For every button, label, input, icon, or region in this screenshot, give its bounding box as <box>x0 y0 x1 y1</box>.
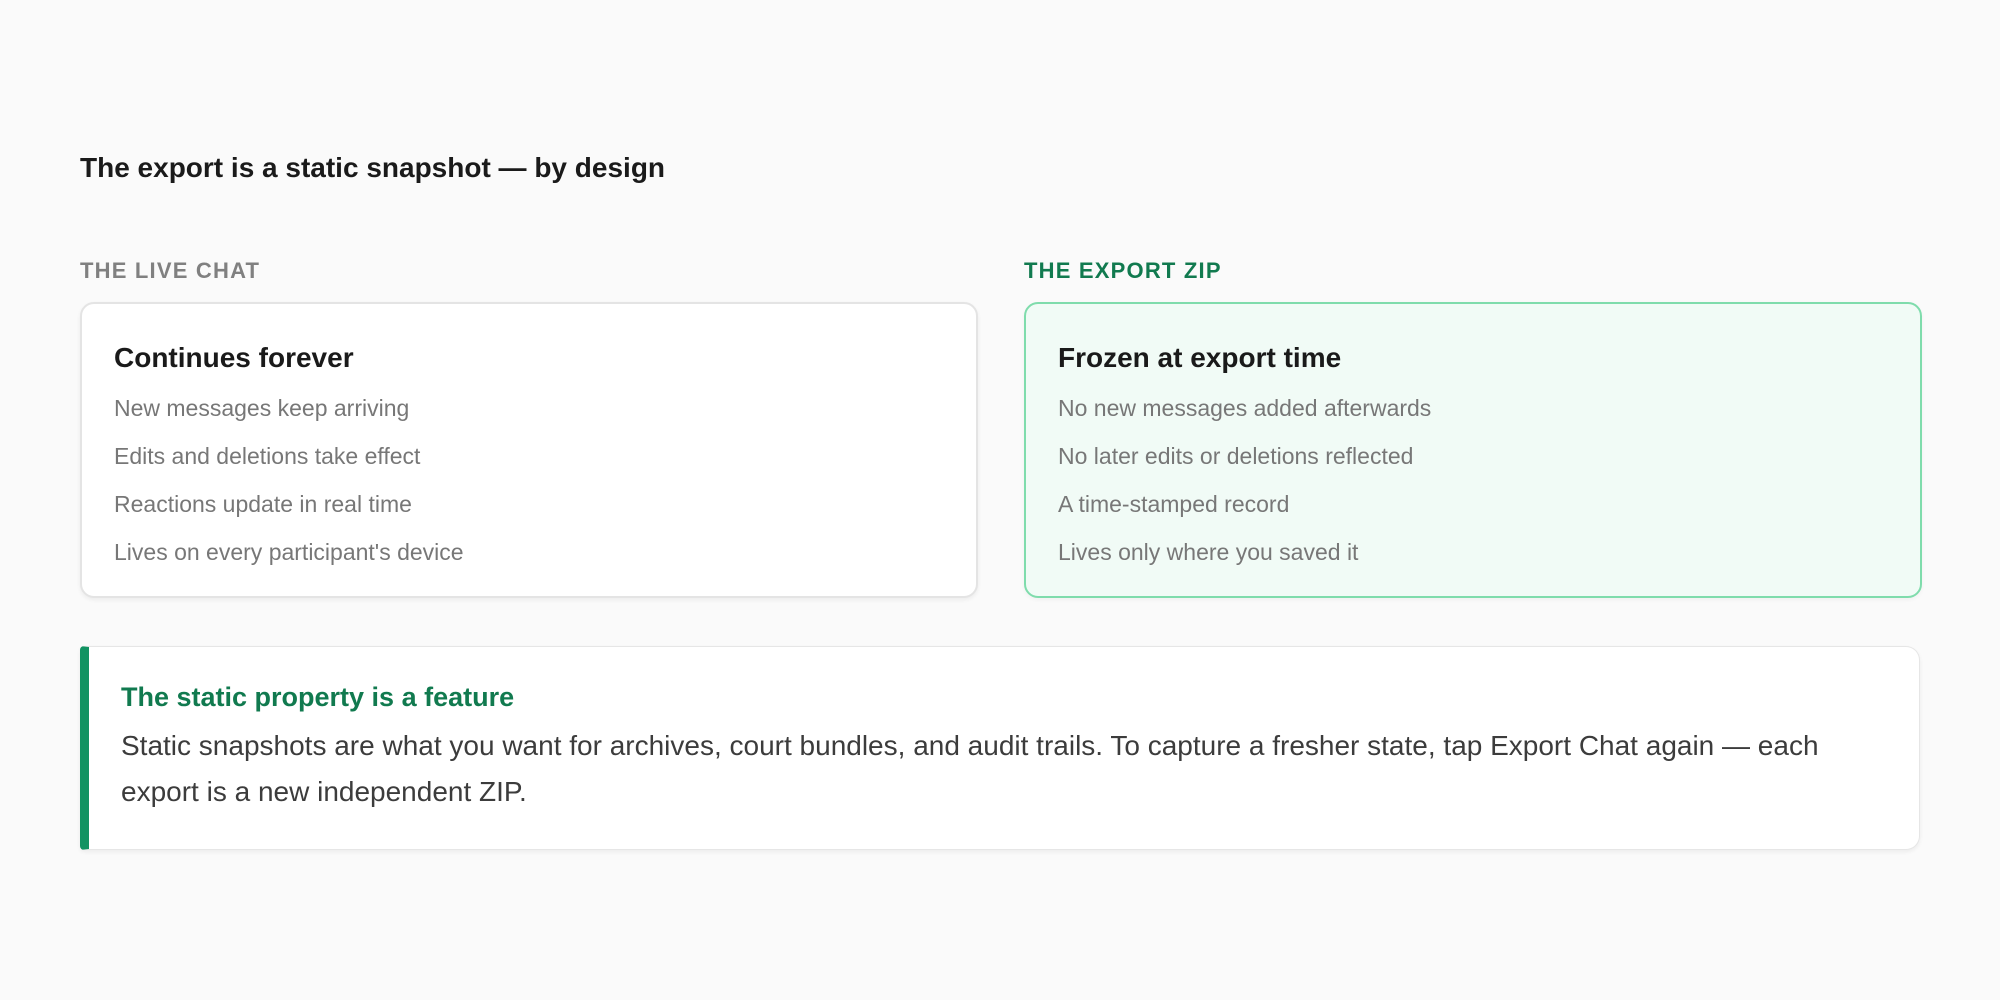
list-item: Reactions update in real time <box>114 491 412 517</box>
live-chat-card-title: Continues forever <box>114 342 354 373</box>
list-item: Edits and deletions take effect <box>114 443 421 469</box>
callout-body: Static snapshots are what you want for a… <box>121 730 1819 807</box>
list-item: No later edits or deletions reflected <box>1058 443 1414 469</box>
export-zip-column: THE EXPORT ZIP Frozen at export time No … <box>1024 256 1922 598</box>
export-zip-label: THE EXPORT ZIP <box>1024 258 1222 283</box>
list-item: Lives on every participant's device <box>114 539 464 565</box>
callout-title: The static property is a feature <box>121 682 515 712</box>
export-zip-card: Frozen at export time No new messages ad… <box>1024 302 1922 598</box>
list-item: A time-stamped record <box>1058 491 1290 517</box>
feature-callout: The static property is a feature Static … <box>80 646 1920 850</box>
live-chat-card: Continues forever New messages keep arri… <box>80 302 978 598</box>
page-title: The export is a static snapshot — by des… <box>80 152 666 183</box>
list-item: New messages keep arriving <box>114 395 410 421</box>
export-zip-list: No new messages added afterwards No late… <box>1058 384 1888 576</box>
list-item: No new messages added afterwards <box>1058 395 1432 421</box>
live-chat-column: THE LIVE CHAT Continues forever New mess… <box>80 256 978 598</box>
list-item: Lives only where you saved it <box>1058 539 1359 565</box>
live-chat-label: THE LIVE CHAT <box>80 258 261 283</box>
live-chat-list: New messages keep arriving Edits and del… <box>114 384 944 576</box>
export-zip-card-title: Frozen at export time <box>1058 342 1342 373</box>
